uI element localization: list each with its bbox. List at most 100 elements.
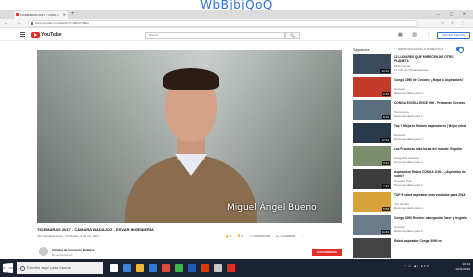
recommendation-title: Las Fronteras más locas del mundo: Españ… [394, 147, 462, 151]
taskbar-app-icon[interactable] [188, 264, 196, 272]
video-actions: 👍 0 👎 0 ↗ COMPARTIR ≡+ GUARDAR ··· [225, 234, 309, 238]
recommendation-item[interactable]: 7:15 Aspiradora Robot CONGA 1190 - ¿Aspir… [353, 169, 470, 189]
save-button[interactable]: ≡+ GUARDAR [276, 234, 295, 238]
channel-subscribers: 84 suscriptores [52, 253, 73, 257]
tab-title: TICEMARAS 2017 - CÁMA × [20, 13, 59, 17]
browser-menu-icons[interactable]: ☆ ≡ ⋮ [441, 20, 468, 25]
recommendation-views: Recomendado para ti [394, 229, 423, 233]
recommendation-item[interactable]: 11:40 Conga 3090 Review: navegación láser… [353, 215, 470, 235]
video-duration: 9:31 [382, 161, 390, 165]
youtube-favicon-icon [16, 13, 19, 16]
recommendation-item[interactable]: 12:03 Top 7 Mejores Robots aspiradores | … [353, 123, 470, 143]
recommendation-item[interactable]: 10:12 12 LUGARES QUE PARECEN DE OTRO PLAN… [353, 54, 470, 74]
recommendation-views: Recomendado para ti [394, 183, 423, 187]
watermark-banner: WbBjbjQoQ [0, 0, 473, 10]
like-button[interactable]: 👍 0 [225, 234, 231, 238]
window-controls[interactable]: — ▢ ✕ [437, 11, 470, 16]
taskbar-app-icon[interactable] [175, 264, 183, 272]
video-duration: 5:58 [382, 207, 390, 211]
clock-date: 14/11/2018 [455, 267, 470, 271]
recommendation-thumbnail[interactable]: 10:12 [353, 54, 391, 74]
autoplay-label: REPRODUCCIÓN AUTOMÁTICA [398, 47, 443, 51]
channel-name[interactable]: Cámara de Comercio Badajoz [52, 248, 94, 252]
video-duration: 11:40 [380, 230, 390, 234]
video-duration: 7:15 [382, 184, 390, 188]
recommendation-views: Recomendado para ti [394, 160, 423, 164]
search-button[interactable]: 🔍 [285, 32, 300, 39]
video-speaker [125, 64, 257, 223]
recommendation-title: 12 LUGARES QUE PARECEN DE OTRO PLANETA [394, 55, 454, 63]
subscribe-button[interactable]: SUSCRIBIRSE [312, 249, 342, 256]
recommendation-title: Robot aspirador Conga 3090 vs [394, 239, 442, 243]
up-next-label: Siguiente [353, 47, 370, 52]
taskbar-app-icon[interactable] [149, 264, 157, 272]
recommendation-title: Conga 3090 Review: navegación láser y fr… [394, 216, 467, 220]
more-button[interactable]: ··· [301, 234, 304, 238]
close-tab-icon[interactable]: ✕ [63, 11, 66, 19]
recommendation-item[interactable]: 9:31 Las Fronteras más locas del mundo: E… [353, 146, 470, 166]
recommendation-item[interactable]: 5:58 TOP 5 robot aspirador más vendidos p… [353, 192, 470, 212]
system-tray[interactable]: ^ ⊡ ◀) ESP [404, 264, 430, 268]
recommendation-thumbnail[interactable]: 9:31 [353, 146, 391, 166]
recommendation-views: Recomendado para ti [394, 206, 423, 210]
speaker-name-caption: Miguel Ángel Bueno [227, 203, 317, 213]
url-field[interactable]: www.youtube.com/watch?v=9dFUlYBEq [28, 20, 418, 27]
autoplay-toggle[interactable] [456, 47, 464, 53]
video-duration: 10:12 [380, 69, 390, 73]
recommendation-item[interactable]: 6:45 Congo 1990 de Cecotec ¿Mopa o Aspira… [353, 77, 470, 97]
recommendation-item[interactable]: Robot aspirador Conga 3090 vs [353, 238, 470, 258]
search-input[interactable]: Buscar [145, 32, 285, 39]
recommendation-item[interactable]: 8:20 CONGA EXCELLENCE 990 - Probando Ceco… [353, 100, 470, 120]
hamburger-menu-icon[interactable] [20, 32, 25, 37]
taskbar-app-icon[interactable] [227, 264, 235, 272]
new-tab-button[interactable]: + [71, 11, 75, 18]
youtube-wordmark[interactable]: YouTube [41, 32, 62, 38]
browser-address-bar: ← → ⟳ ⌂ www.youtube.com/watch?v=9dFUlYBE… [0, 19, 473, 28]
video-title: TICEMARAS 2017 - CÁMARA BADAJOZ - ESVAR … [37, 227, 154, 232]
taskbar-clock[interactable]: 10:12 14/11/2018 [440, 262, 470, 272]
video-views: 152 visualizaciones · Publicado el 20 oc… [37, 234, 100, 238]
taskbar-app-icon[interactable] [123, 264, 131, 272]
video-player[interactable]: Miguel Ángel Bueno [37, 50, 342, 223]
speaker-hair [163, 68, 219, 90]
recommendation-title: Aspiradora Robot CONGA 1190 - ¿Aspirador… [394, 170, 466, 178]
video-duration: 12:03 [380, 138, 390, 142]
recommendation-thumbnail[interactable]: 11:40 [353, 215, 391, 235]
youtube-header: YouTube Buscar 🔍 ▦ ▥ ⋮ INICIAR SESIÓN [0, 29, 473, 41]
url-text: www.youtube.com/watch?v=9dFUlYBEq [35, 21, 89, 25]
video-duration: 8:20 [382, 115, 390, 119]
taskbar-app-icon[interactable] [162, 264, 170, 272]
windows-start-icon[interactable] [3, 263, 13, 273]
taskbar-search-input[interactable]: Escribe aquí para buscar [17, 262, 103, 274]
dislike-button[interactable]: 👎 0 [237, 234, 243, 238]
recommendation-views: Recomendado para ti [394, 137, 423, 141]
browser-tab-bar: TICEMARAS 2017 - CÁMA × ✕ + — ▢ ✕ [0, 10, 473, 19]
video-duration: 6:45 [382, 92, 390, 96]
share-button[interactable]: ↗ COMPARTIR [249, 234, 270, 238]
windows-taskbar: Escribe aquí para buscar ^ ⊡ ◀) ESP 10:1… [0, 259, 473, 277]
recommendation-title: Top 7 Mejores Robots aspiradores | Mejor… [394, 124, 467, 128]
recommendation-title: Congo 1990 de Cecotec ¿Mopa o Aspiradora… [394, 78, 464, 82]
taskbar-app-icon[interactable] [110, 264, 118, 272]
recommendation-title: CONGA EXCELLENCE 990 - Probando Cecotec [394, 101, 466, 105]
recommendation-thumbnail[interactable]: 12:03 [353, 123, 391, 143]
recommendation-thumbnail[interactable]: 7:15 [353, 169, 391, 189]
taskbar-app-icon[interactable] [201, 264, 209, 272]
channel-avatar[interactable] [39, 247, 48, 256]
recommendations-sidebar: Siguiente REPRODUCCIÓN AUTOMÁTICA 10:12 1… [353, 47, 470, 259]
sign-in-button[interactable]: INICIAR SESIÓN [437, 32, 470, 39]
taskbar-app-icon[interactable] [214, 264, 222, 272]
recommendation-views: Recomendado para ti [394, 114, 423, 118]
recommendation-title: TOP 5 robot aspirador más vendidos para … [394, 193, 466, 197]
recommendation-thumbnail[interactable]: 5:58 [353, 192, 391, 212]
taskbar-app-icon[interactable] [136, 264, 144, 272]
recommendation-views: 17 mill. de visualizaciones [394, 68, 429, 72]
browser-tab[interactable]: TICEMARAS 2017 - CÁMA × ✕ [14, 11, 68, 19]
lock-icon [31, 22, 33, 25]
youtube-logo-icon[interactable] [31, 32, 40, 38]
recommendation-thumbnail[interactable]: 6:45 [353, 77, 391, 97]
recommendation-thumbnail[interactable]: 8:20 [353, 100, 391, 120]
recommendation-views: Recomendado para ti [394, 91, 423, 95]
header-action-icons[interactable]: ▦ ▥ ⋮ [398, 32, 435, 38]
recommendation-thumbnail[interactable] [353, 238, 391, 258]
